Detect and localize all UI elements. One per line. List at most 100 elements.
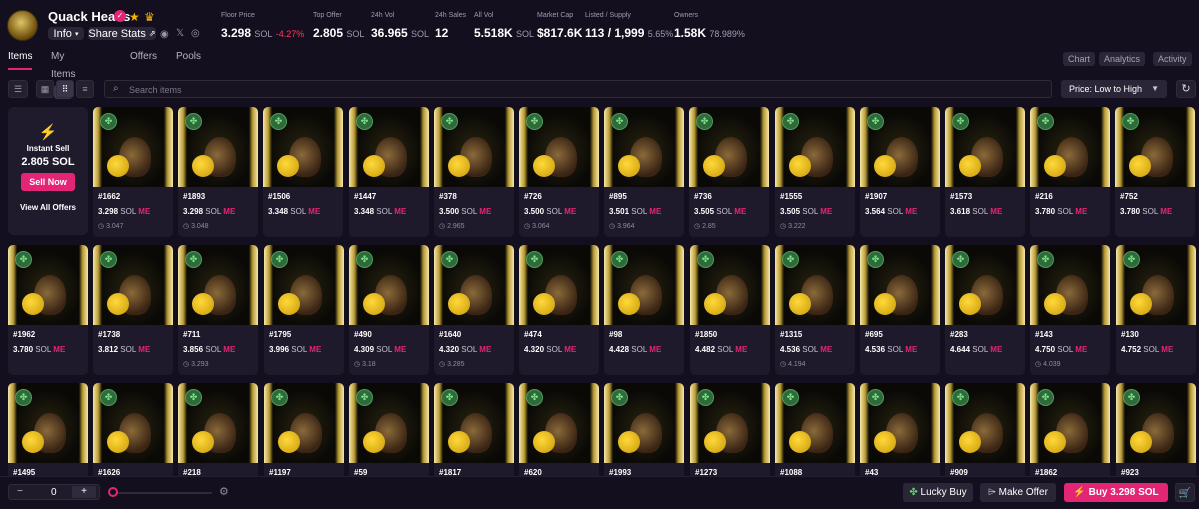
globe-icon[interactable]: ◎ <box>191 28 200 39</box>
item-card[interactable]: ✤ #1795 3.996 SOL ME <box>264 245 344 375</box>
cart-button[interactable]: 🛒 <box>1175 483 1195 502</box>
sweep-slider[interactable] <box>112 492 212 494</box>
nft-image[interactable]: ✤ <box>519 107 599 187</box>
item-card[interactable]: ✤ #1506 3.348 SOL ME <box>263 107 343 237</box>
nft-image[interactable]: ✤ <box>178 107 258 187</box>
decrement-button[interactable]: − <box>17 486 23 497</box>
item-card[interactable]: ✤ #1662 3.298 SOL ME ◷ 3.047 <box>93 107 173 237</box>
item-card[interactable]: ✤ #216 3.780 SOL ME <box>1030 107 1110 237</box>
item-card[interactable]: ✤ #1447 3.348 SOL ME <box>349 107 429 237</box>
activity-button[interactable]: Activity <box>1153 52 1192 66</box>
nft-image[interactable]: ✤ <box>8 245 88 325</box>
nft-image[interactable]: ✤ <box>519 383 599 463</box>
nft-image[interactable]: ✤ <box>519 245 599 325</box>
item-card[interactable]: ✤ #1738 3.812 SOL ME <box>93 245 173 375</box>
item-card[interactable]: ✤ #98 4.428 SOL ME <box>604 245 684 375</box>
nft-image[interactable]: ✤ <box>93 245 173 325</box>
item-card[interactable]: ✤ #711 3.856 SOL ME ◷ 3.293 <box>178 245 258 375</box>
discord-icon[interactable]: ◉ <box>160 29 169 40</box>
item-card[interactable]: ✤ #143 4.750 SOL ME ◷ 4.039 <box>1030 245 1110 375</box>
nft-image[interactable]: ✤ <box>945 245 1025 325</box>
item-card[interactable]: ✤ #736 3.505 SOL ME ◷ 2.85 <box>689 107 769 237</box>
refresh-button[interactable]: ↻ <box>1176 80 1196 98</box>
sell-now-button[interactable]: Sell Now <box>21 173 75 191</box>
nft-image[interactable]: ✤ <box>93 383 173 463</box>
grid-small-button[interactable]: ⠿ <box>56 80 74 98</box>
nft-image[interactable]: ✤ <box>1115 107 1195 187</box>
make-offer-button[interactable]: ⌲ Make Offer <box>980 483 1056 502</box>
tab-offers[interactable]: Offers <box>130 48 157 70</box>
nft-image[interactable]: ✤ <box>1030 107 1110 187</box>
view-all-offers-link[interactable]: View All Offers <box>8 203 88 212</box>
item-card[interactable]: ✤ #130 4.752 SOL ME <box>1116 245 1196 375</box>
lucky-buy-button[interactable]: ✤ Lucky Buy <box>903 483 973 502</box>
tab-pools[interactable]: Pools <box>176 48 201 70</box>
item-card[interactable]: ✤ #1640 4.320 SOL ME ◷ 3.285 <box>434 245 514 375</box>
item-card[interactable]: ✤ #474 4.320 SOL ME <box>519 245 599 375</box>
nft-image[interactable]: ✤ <box>263 107 343 187</box>
nft-image[interactable]: ✤ <box>860 107 940 187</box>
nft-image[interactable]: ✤ <box>264 245 344 325</box>
info-dropdown[interactable]: Info ▾ <box>48 27 84 40</box>
item-card[interactable]: ✤ #1850 4.482 SOL ME <box>690 245 770 375</box>
nft-image[interactable]: ✤ <box>604 245 684 325</box>
item-card[interactable]: ✤ #1315 4.536 SOL ME ◷ 4.194 <box>775 245 855 375</box>
nft-image[interactable]: ✤ <box>178 245 258 325</box>
grid-large-button[interactable]: ▦ <box>36 80 54 98</box>
item-card[interactable]: ✤ #490 4.309 SOL ME ◷ 3.18 <box>349 245 429 375</box>
analytics-button[interactable]: Analytics <box>1099 52 1146 66</box>
list-view-button[interactable]: ≡ <box>76 80 94 98</box>
nft-image[interactable]: ✤ <box>690 383 770 463</box>
nft-image[interactable]: ✤ <box>1116 245 1196 325</box>
buy-button[interactable]: ⚡ Buy 3.298 SOL <box>1064 483 1168 502</box>
item-card[interactable]: ✤ #283 4.644 SOL ME <box>945 245 1025 375</box>
nft-image[interactable]: ✤ <box>860 245 940 325</box>
nft-image[interactable]: ✤ <box>604 107 684 187</box>
item-card[interactable]: ✤ #1893 3.298 SOL ME ◷ 3.048 <box>178 107 258 237</box>
nft-image[interactable]: ✤ <box>945 383 1025 463</box>
nft-image[interactable]: ✤ <box>690 245 770 325</box>
item-card[interactable]: ✤ #1573 3.618 SOL ME <box>945 107 1025 237</box>
nft-image[interactable]: ✤ <box>775 383 855 463</box>
item-card[interactable]: ✤ #695 4.536 SOL ME <box>860 245 940 375</box>
star-icon[interactable]: ★ <box>129 10 140 24</box>
nft-image[interactable]: ✤ <box>1030 245 1110 325</box>
item-card[interactable]: ✤ #726 3.500 SOL ME ◷ 3.064 <box>519 107 599 237</box>
collection-avatar[interactable] <box>7 10 38 41</box>
item-card[interactable]: ✤ #895 3.501 SOL ME ◷ 3.964 <box>604 107 684 237</box>
nft-image[interactable]: ✤ <box>860 383 940 463</box>
nft-image[interactable]: ✤ <box>178 383 258 463</box>
item-card[interactable]: ✤ #1907 3.564 SOL ME <box>860 107 940 237</box>
quantity-value[interactable]: 0 <box>51 487 57 498</box>
increment-button[interactable]: + <box>72 486 96 498</box>
tab-my-items[interactable]: My Items35 <box>51 48 75 99</box>
nft-image[interactable]: ✤ <box>775 107 855 187</box>
slider-handle[interactable] <box>108 487 118 497</box>
filter-toggle-button[interactable]: ☰ <box>8 80 28 98</box>
tab-items[interactable]: Items <box>8 48 33 70</box>
nft-image[interactable]: ✤ <box>1116 383 1196 463</box>
nft-image[interactable]: ✤ <box>945 107 1025 187</box>
nft-image[interactable]: ✤ <box>349 107 429 187</box>
nft-image[interactable]: ✤ <box>349 245 429 325</box>
nft-image[interactable]: ✤ <box>434 245 514 325</box>
search-input[interactable] <box>129 83 1029 96</box>
gear-icon[interactable]: ⚙ <box>219 485 229 498</box>
nft-image[interactable]: ✤ <box>434 383 514 463</box>
nft-image[interactable]: ✤ <box>1030 383 1110 463</box>
nft-image[interactable]: ✤ <box>689 107 769 187</box>
nft-image[interactable]: ✤ <box>8 383 88 463</box>
nft-image[interactable]: ✤ <box>264 383 344 463</box>
nft-image[interactable]: ✤ <box>604 383 684 463</box>
nft-image[interactable]: ✤ <box>349 383 429 463</box>
x-icon[interactable]: 𝕏 <box>176 28 184 39</box>
nft-image[interactable]: ✤ <box>775 245 855 325</box>
chart-button[interactable]: Chart <box>1063 52 1096 66</box>
item-card[interactable]: ✤ #1962 3.780 SOL ME <box>8 245 88 375</box>
item-card[interactable]: ✤ #1555 3.505 SOL ME ◷ 3.222 <box>775 107 855 237</box>
sort-dropdown[interactable]: Price: Low to High ▼ <box>1061 80 1167 98</box>
nft-image[interactable]: ✤ <box>93 107 173 187</box>
share-stats-button[interactable]: Share Stats ⇗ <box>88 27 156 40</box>
item-card[interactable]: ✤ #378 3.500 SOL ME ◷ 2.965 <box>434 107 514 237</box>
item-card[interactable]: ✤ #752 3.780 SOL ME <box>1115 107 1195 237</box>
